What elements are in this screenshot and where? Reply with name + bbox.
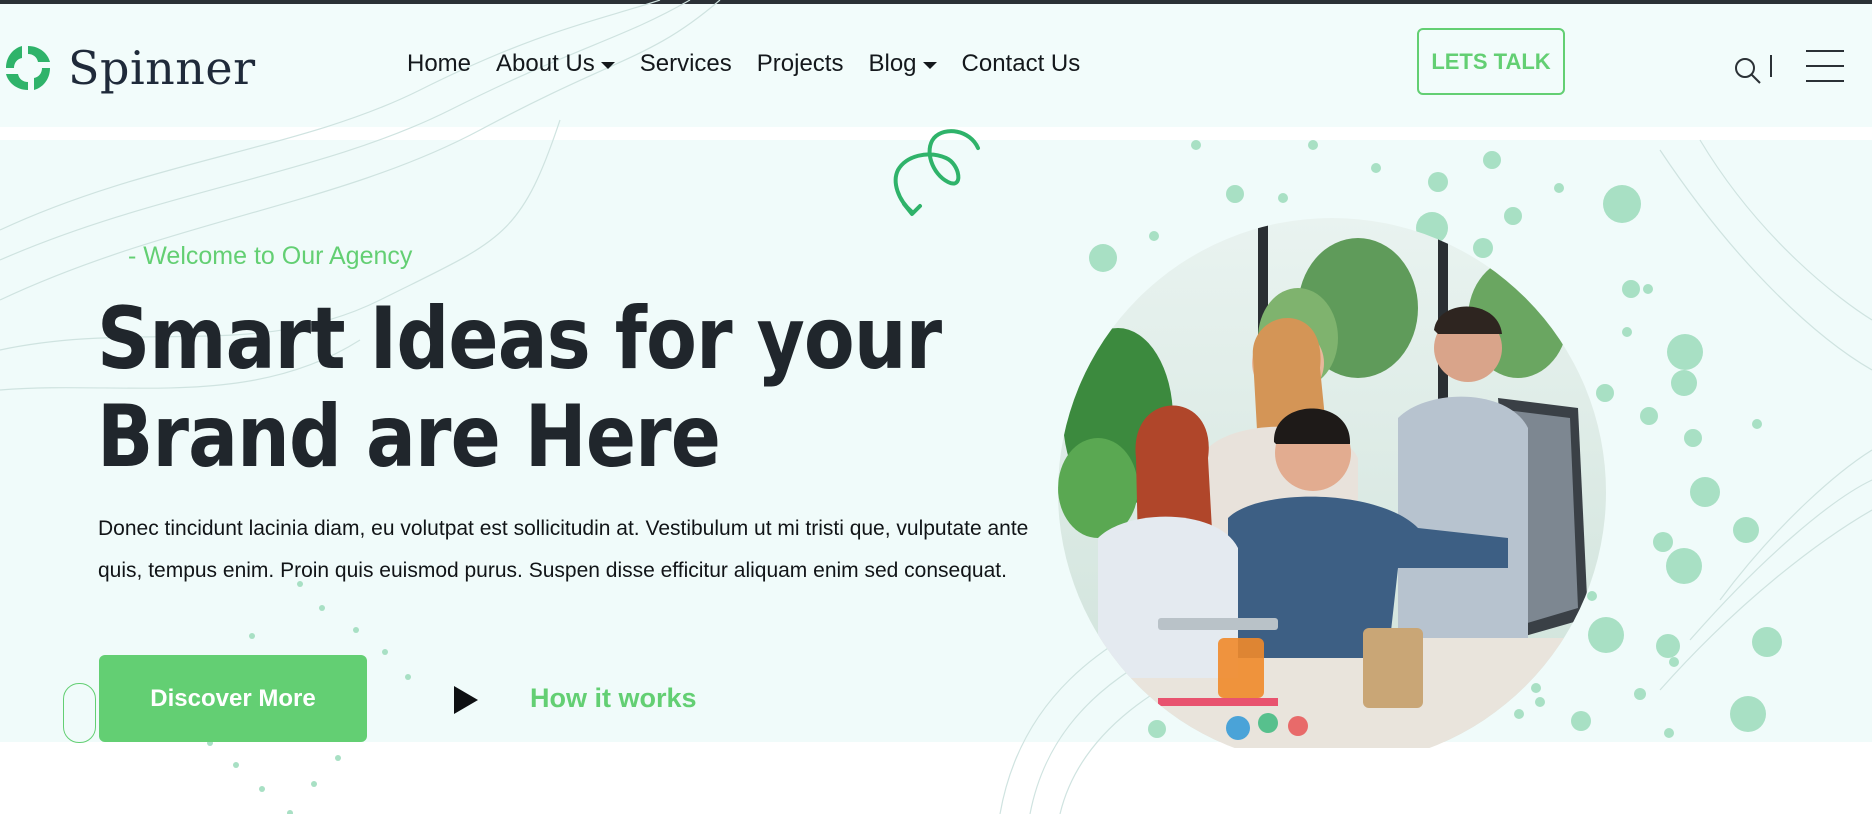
hamburger-menu-icon[interactable] — [1806, 50, 1844, 82]
search-icon[interactable] — [1733, 56, 1763, 86]
spinner-logo-icon — [6, 46, 50, 90]
nav-item-services[interactable]: Services — [640, 50, 732, 78]
nav-item-label: Contact Us — [961, 50, 1081, 77]
hero-eyebrow: - Welcome to Our Agency — [128, 242, 413, 270]
how-it-works-link[interactable]: How it works — [530, 683, 697, 714]
hero-headline-line: Brand are Here — [97, 387, 721, 487]
nav-item-label: Home — [407, 50, 472, 77]
brand-name: Spinner — [68, 41, 256, 95]
decorative-pill-outline — [63, 683, 96, 743]
nav-item-label: About Us — [496, 50, 595, 77]
squiggle-arrow-icon — [893, 129, 980, 216]
nav-item-about-us[interactable]: About Us — [496, 50, 615, 78]
hero-headline-line: Smart Ideas for your — [97, 289, 942, 389]
header-divider — [1770, 55, 1772, 77]
nav-item-home[interactable]: Home — [407, 50, 471, 78]
main-nav: Home About Us Services Projects Blog Con… — [407, 50, 1080, 78]
site-logo[interactable]: Spinner — [4, 44, 256, 92]
caret-down-icon — [600, 61, 615, 69]
hero-headline: Smart Ideas for your Brand are Here — [97, 290, 957, 486]
caret-down-icon — [922, 61, 937, 69]
nav-item-projects[interactable]: Projects — [757, 50, 844, 78]
nav-item-label: Services — [639, 50, 732, 77]
nav-item-blog[interactable]: Blog — [868, 50, 937, 78]
nav-item-label: Blog — [868, 50, 917, 77]
discover-more-button[interactable]: Discover More — [99, 655, 367, 742]
nav-item-contact-us[interactable]: Contact Us — [962, 50, 1081, 78]
play-icon[interactable] — [454, 686, 478, 714]
nav-item-label: Projects — [756, 50, 844, 77]
lets-talk-button[interactable]: LETS TALK — [1417, 28, 1565, 95]
hero-description: Donec tincidunt lacinia diam, eu volutpa… — [98, 517, 1029, 582]
hero-team-photo — [1058, 218, 1606, 748]
